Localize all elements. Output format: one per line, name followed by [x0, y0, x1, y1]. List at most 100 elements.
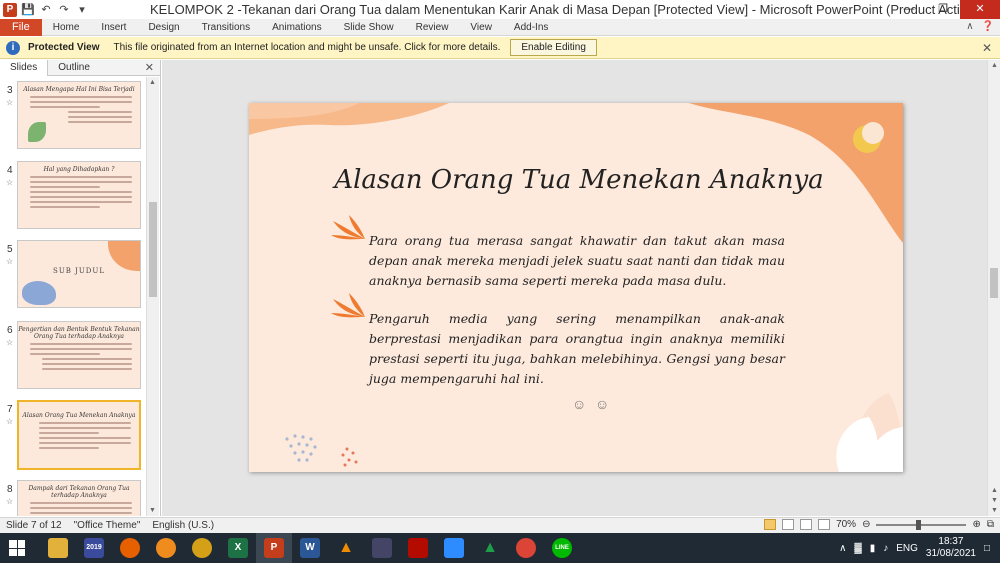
- slide-thumbnail[interactable]: Pengertian dan Bentuk Bentuk Tekanan Ora…: [17, 321, 141, 389]
- scroll-up-icon[interactable]: ▲: [149, 79, 156, 86]
- tab-design[interactable]: Design: [137, 22, 190, 33]
- wifi-icon[interactable]: ▓: [854, 543, 861, 554]
- scroll-up-icon[interactable]: ▲: [991, 62, 998, 69]
- powerpoint-app-icon[interactable]: P: [3, 2, 17, 17]
- taskbar-sheets-triangle[interactable]: ▲: [472, 533, 508, 563]
- animation-star-icon: ☆: [6, 257, 14, 266]
- undo-icon[interactable]: ↶: [39, 3, 53, 17]
- tab-outline[interactable]: Outline: [48, 60, 100, 76]
- taskbar-firefox[interactable]: [112, 533, 148, 563]
- person-icon: ☺: [595, 396, 610, 412]
- zoom-slider-knob[interactable]: [916, 519, 922, 530]
- slides-panel: Slides Outline ✕ 3 ☆ Alasan Mengapa Hal …: [0, 59, 161, 516]
- scrollbar-thumb[interactable]: [149, 202, 157, 297]
- help-icon[interactable]: ❓: [982, 21, 994, 32]
- slide-thumbnail-active[interactable]: Alasan Orang Tua Menekan Anaknya: [17, 400, 141, 470]
- protected-view-bar[interactable]: i Protected View This file originated fr…: [0, 37, 1000, 59]
- scrollbar-thumb[interactable]: [990, 268, 998, 298]
- fit-to-window-icon[interactable]: ⧉: [987, 519, 994, 530]
- taskbar-excel[interactable]: X: [220, 533, 256, 563]
- slide-thumbnail[interactable]: Dampak dari Tekanan Orang Tua terhadap A…: [17, 480, 141, 516]
- slide-sorter-view-button[interactable]: [782, 519, 795, 530]
- zoom-slider[interactable]: [876, 519, 967, 530]
- taskbar-chrome[interactable]: [508, 533, 544, 563]
- animation-star-icon: ☆: [6, 98, 14, 107]
- sun-circle-overlay: [862, 122, 884, 144]
- dots-pattern-red: [341, 447, 358, 467]
- file-explorer-icon: [48, 538, 68, 558]
- media-orb-icon: [156, 538, 176, 558]
- taskbar-calendar-2019[interactable]: 2019: [76, 533, 112, 563]
- customize-qat-icon[interactable]: ▾: [75, 3, 89, 17]
- zoom-in-icon[interactable]: ⊕: [972, 519, 980, 530]
- tab-view[interactable]: View: [459, 22, 503, 33]
- clock-date: 31/08/2021: [925, 548, 976, 559]
- taskbar-line[interactable]: LINE: [544, 533, 580, 563]
- zoom-out-icon[interactable]: ⊖: [862, 519, 870, 530]
- tab-review[interactable]: Review: [405, 22, 460, 33]
- slide-thumbnail[interactable]: Hal yang Dihadapkan ?: [17, 161, 141, 229]
- slide-scrollbar[interactable]: ▲ ▲ ▼ ▼: [987, 60, 1000, 516]
- taskbar-vlc[interactable]: ▲: [328, 533, 364, 563]
- next-slide-icon[interactable]: ▼: [991, 497, 998, 504]
- paragraph-2[interactable]: Pengaruh media yang sering menampilkan a…: [369, 309, 785, 389]
- protected-view-label: Protected View: [28, 42, 100, 53]
- start-button[interactable]: [0, 533, 34, 563]
- tab-slides[interactable]: Slides: [0, 59, 49, 76]
- reading-view-button[interactable]: [800, 519, 813, 530]
- tab-file[interactable]: File: [0, 18, 42, 36]
- slide-show-view-button[interactable]: [818, 519, 831, 530]
- tab-slide-show[interactable]: Slide Show: [333, 22, 405, 33]
- tab-add-ins[interactable]: Add-Ins: [503, 22, 559, 33]
- slide-title[interactable]: Alasan Orang Tua Menekan Anaknya: [249, 165, 903, 195]
- minimize-ribbon-icon[interactable]: ∧: [966, 21, 973, 32]
- scroll-down-icon[interactable]: ▼: [991, 507, 998, 514]
- slide-thumbnail[interactable]: SUB JUDUL: [17, 240, 141, 308]
- language-indicator[interactable]: English (U.S.): [146, 520, 220, 531]
- tab-animations[interactable]: Animations: [261, 22, 332, 33]
- enable-editing-button[interactable]: Enable Editing: [510, 39, 597, 56]
- taskbar-video-editor[interactable]: [364, 533, 400, 563]
- firefox-icon: [120, 538, 140, 558]
- paragraph-1[interactable]: Para orang tua merasa sangat khawatir da…: [369, 231, 785, 291]
- title-bar: P 💾 ↶ ↷ ▾ KELOMPOK 2 -Tekanan dari Orang…: [0, 0, 1000, 19]
- notifications-icon[interactable]: □: [984, 543, 990, 554]
- taskbar-headphones[interactable]: [184, 533, 220, 563]
- input-language[interactable]: ENG: [896, 543, 918, 554]
- taskbar-file-explorer[interactable]: [40, 533, 76, 563]
- zoom-level[interactable]: 70%: [836, 519, 856, 530]
- close-icon[interactable]: ✕: [960, 0, 1000, 19]
- restore-icon[interactable]: ❐: [926, 0, 960, 19]
- vlc-cone-icon: ▲: [338, 539, 354, 556]
- slide-thumbnail[interactable]: Alasan Mengapa Hal Ini Bisa Terjadi: [17, 81, 141, 149]
- close-panel-icon[interactable]: ✕: [145, 61, 154, 74]
- protected-view-message[interactable]: This file originated from an Internet lo…: [114, 42, 501, 53]
- clock[interactable]: 18:37 31/08/2021: [926, 536, 976, 560]
- taskbar-word[interactable]: W: [292, 533, 328, 563]
- clock-time: 18:37: [938, 536, 964, 547]
- tray-overflow-icon[interactable]: ∧: [839, 543, 846, 554]
- tab-insert[interactable]: Insert: [90, 22, 137, 33]
- taskbar-media-orb[interactable]: [148, 533, 184, 563]
- volume-icon[interactable]: ♪: [883, 543, 888, 554]
- normal-view-button[interactable]: [764, 519, 777, 530]
- battery-icon[interactable]: ▮: [870, 543, 876, 554]
- tab-home[interactable]: Home: [42, 22, 91, 33]
- close-protected-bar-icon[interactable]: ✕: [982, 41, 992, 55]
- minimize-icon[interactable]: —: [892, 0, 926, 19]
- save-icon[interactable]: 💾: [21, 3, 35, 17]
- thumbnail-number: 6: [7, 325, 13, 336]
- acrobat-icon: [408, 538, 428, 558]
- taskbar-zoom[interactable]: [436, 533, 472, 563]
- animation-star-icon: ☆: [6, 497, 14, 506]
- thumbnail-scrollbar[interactable]: ▲ ▼: [146, 77, 159, 516]
- scroll-down-icon[interactable]: ▼: [149, 507, 156, 514]
- redo-icon[interactable]: ↷: [57, 3, 71, 17]
- tab-transitions[interactable]: Transitions: [191, 22, 262, 33]
- taskbar-powerpoint[interactable]: P: [256, 533, 292, 563]
- previous-slide-icon[interactable]: ▲: [991, 487, 998, 494]
- line-app-icon: LINE: [552, 538, 572, 558]
- person-icon: ☺: [572, 396, 587, 412]
- taskbar-acrobat[interactable]: [400, 533, 436, 563]
- current-slide[interactable]: Alasan Orang Tua Menekan Anaknya Para or…: [249, 103, 903, 472]
